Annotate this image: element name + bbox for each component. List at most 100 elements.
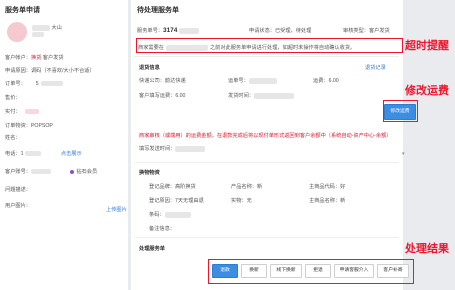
service-no-row: 服务单号：3174 <box>137 27 200 34</box>
product-value: POPSOP <box>30 123 53 129</box>
handle-result-annotation: 处理结果 <box>405 243 449 255</box>
express-value: 韵达快递 <box>164 78 186 84</box>
show-phone-link[interactable]: 点击展示 <box>61 151 82 157</box>
status-label: 申请状态： <box>249 28 275 34</box>
member-badge-label: 钻石会员 <box>76 169 98 175</box>
customer-freight-row: 客户填写运费：6.00 <box>139 92 185 99</box>
freight-label: 运费： <box>313 78 329 84</box>
tracking-row: 运单号： <box>228 77 277 84</box>
modify-freight-annotation: 修改运费 <box>405 85 449 97</box>
reg-reason-row: 登记原因：7天无理由退 <box>149 197 204 204</box>
reg-reason-value: 7天无理由退 <box>174 198 204 204</box>
reg-reason-label: 登记原因： <box>149 198 175 204</box>
account-label: 客户账号： <box>5 169 31 175</box>
upload-images-link[interactable]: 上传图片 <box>106 206 127 213</box>
main-name-value: 新 <box>340 198 346 204</box>
user-name: 大山 <box>32 24 62 31</box>
product-title: 换物物资 <box>139 170 160 176</box>
prod-name-value: 新 <box>256 184 263 190</box>
pending-panel-title: 待处理服务单 <box>137 7 179 14</box>
product-label: 订单物资： <box>5 123 31 129</box>
images-label: 用户图片： <box>5 203 31 209</box>
brand-row: 登记品牌：高阶换货 <box>149 183 196 190</box>
express-label: 快递公司： <box>139 78 165 84</box>
logistics-record-link[interactable]: 退货记录 <box>365 64 386 71</box>
ship-time-row: 发货时间： <box>228 92 294 99</box>
paid-label: 实付： <box>5 109 21 115</box>
phone-value: 1 <box>20 151 24 157</box>
tracking-label: 运单号： <box>228 78 249 84</box>
spec-value: 无 <box>246 198 252 204</box>
chevron-down-icon[interactable]: ▾ <box>402 151 405 157</box>
reason-row: 申请原因：调码（不喜欢/大小不合适） <box>5 67 95 74</box>
prod-name-label: 产品名称： <box>231 184 257 190</box>
service-no-value: 3174 <box>162 27 178 34</box>
product-row: 订单物资：POPSOP <box>5 122 53 129</box>
prod-name-row: 产品名称：新 <box>231 183 262 190</box>
customer-row: 客户帐户：换货 客户发货 <box>5 54 64 61</box>
brand-value: 高阶换货 <box>174 184 196 190</box>
timeout-annotation: 超时提醒 <box>405 40 449 52</box>
images-row: 用户图片： <box>5 202 31 209</box>
freight-warning: 商家审核（或端用）的运费金额，在退款完成后将以现付单形式返回到客户余额中（系统自… <box>139 133 392 139</box>
reason-value: 调码（不喜欢/大小不合适） <box>30 68 95 74</box>
name-label: 姓名： <box>5 135 21 141</box>
spec-label: 实物： <box>231 198 247 204</box>
freight-row: 运费：6.00 <box>313 77 339 84</box>
user-sub <box>32 32 44 38</box>
paid-row: 实付： <box>5 108 39 115</box>
question-label: 问题描述： <box>5 187 31 193</box>
main-code-row: 主商品代码：好 <box>309 183 345 190</box>
timeout-highlight-box <box>136 38 403 53</box>
brand-label: 登记品牌： <box>149 184 175 190</box>
avatar <box>7 22 27 42</box>
apply-panel-title: 服务单申请 <box>5 7 40 14</box>
audit-row: 审核类型：客户发货 <box>343 27 390 34</box>
user-name-suffix: 大山 <box>51 25 62 31</box>
customer-freight-value: 6.00 <box>175 93 186 99</box>
service-no-label: 服务单号： <box>137 28 163 34</box>
status-value: 已受理，待处理 <box>274 28 312 34</box>
express-row: 快递公司：韵达快递 <box>139 77 186 84</box>
diamond-icon <box>70 169 75 174</box>
handle-result-highlight-box <box>208 259 414 284</box>
spec-row: 实物：无 <box>231 197 252 204</box>
freight-value: 6.00 <box>328 78 339 84</box>
customer-value: 换货 <box>30 55 42 61</box>
sku-row: 条码： <box>149 211 191 218</box>
order-row: 订单号： 5 <box>5 80 63 87</box>
price-label: 售价： <box>5 95 21 101</box>
audit-value: 客户发货 <box>368 28 390 34</box>
customer-label: 客户帐户： <box>5 55 31 61</box>
price-row: 售价： <box>5 94 21 101</box>
status-row: 申请状态：已受理，待处理 <box>249 27 311 34</box>
phone-label: 电话： <box>5 151 21 157</box>
customer-tag: 客户发货 <box>42 55 64 61</box>
name-row: 姓名： <box>5 134 21 141</box>
modify-freight-highlight-box <box>383 100 418 122</box>
main-name-label: 主商品名称： <box>309 198 341 204</box>
main-name-row: 主商品名称：新 <box>309 197 345 204</box>
audit-label: 审核类型： <box>343 28 369 34</box>
ship-time-label: 发货时间： <box>228 93 254 99</box>
handle-title: 处理服务单 <box>139 246 165 252</box>
reason-label: 申请原因： <box>5 68 31 74</box>
remark-row: 备注信息： <box>149 225 175 232</box>
fill-time-label: 填写发送时间： <box>139 146 176 152</box>
main-code-label: 主商品代码： <box>309 184 341 190</box>
divider <box>135 237 399 238</box>
member-badge: 钻石会员 <box>70 169 97 175</box>
customer-freight-label: 客户填写运费： <box>139 93 176 99</box>
order-label: 订单号： <box>5 81 26 87</box>
fill-time-row: 填写发送时间： <box>139 145 206 152</box>
question-row: 问题描述： <box>5 186 31 193</box>
phone-row: 电话：1 点击展示 <box>5 150 82 157</box>
main-code-value: 好 <box>340 184 346 190</box>
apply-panel: 服务单申请 大山 客户帐户：换货 客户发货 申请原因：调码（不喜欢/大小不合适）… <box>0 0 128 290</box>
account-row: 客户账号： 钻石会员 <box>5 168 97 175</box>
order-value: 5 <box>35 81 39 87</box>
divider <box>135 56 399 57</box>
divider <box>135 162 399 163</box>
sku-label: 条码： <box>149 212 165 218</box>
logistics-title: 退货信息 <box>139 65 160 71</box>
